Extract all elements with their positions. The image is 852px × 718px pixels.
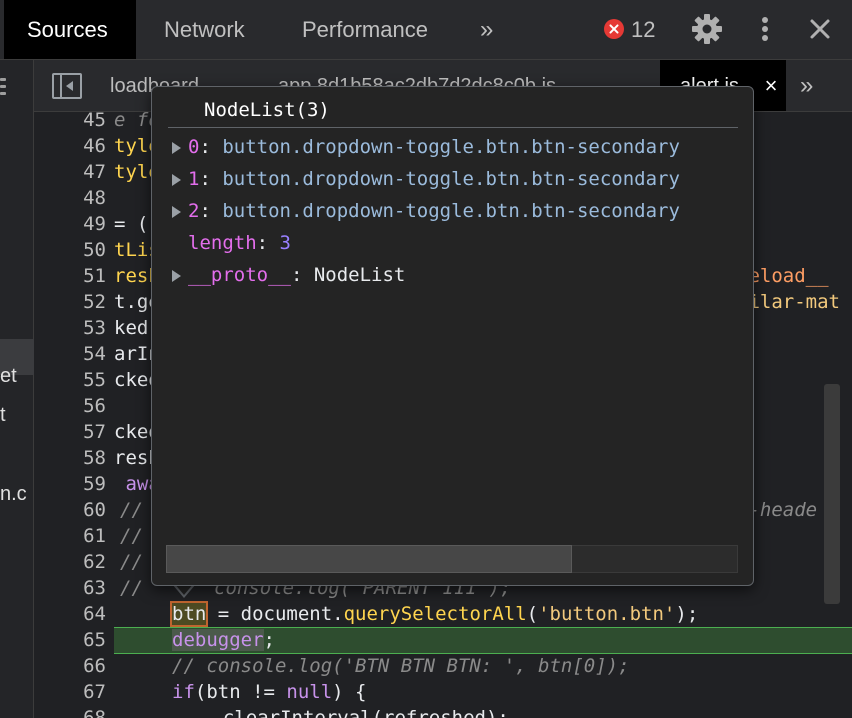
- code-line: //: [120, 499, 143, 521]
- code-token: (: [526, 603, 539, 625]
- property-separator: :: [199, 200, 223, 222]
- nodelist-item-1[interactable]: 1: button.dropdown-toggle.btn.btn-second…: [172, 165, 738, 193]
- line-number[interactable]: 67: [34, 681, 106, 703]
- property-value: button.dropdown-toggle.btn.btn-secondary: [222, 168, 680, 190]
- devtools-panel-tabs: Sources Network Performance » 12: [0, 0, 852, 60]
- line-number[interactable]: 63: [34, 577, 106, 599]
- file-navigator: et t n.c: [0, 60, 34, 718]
- code-line-68: clearInterval(refreshed);: [200, 707, 509, 718]
- vertical-scrollbar[interactable]: [824, 384, 840, 604]
- line-number[interactable]: 62: [34, 551, 106, 573]
- line-number[interactable]: 46: [34, 135, 106, 157]
- line-number[interactable]: 68: [34, 707, 106, 718]
- navigator-menu-icon[interactable]: [0, 78, 6, 96]
- line-number[interactable]: 51: [34, 265, 106, 287]
- property-separator: :: [256, 232, 280, 254]
- code-line: //: [120, 525, 143, 547]
- code-line: = (: [114, 213, 149, 235]
- error-icon[interactable]: [604, 19, 624, 39]
- nodelist-item-2[interactable]: 2: button.dropdown-toggle.btn.btn-second…: [172, 197, 738, 225]
- property-value: 3: [279, 232, 291, 254]
- hovered-variable[interactable]: btn: [169, 601, 209, 627]
- line-number[interactable]: 54: [34, 343, 106, 365]
- code-token: querySelectorAll: [343, 603, 527, 625]
- line-number[interactable]: 49: [34, 213, 106, 235]
- line-number[interactable]: 58: [34, 447, 106, 469]
- line-number[interactable]: 64: [34, 603, 106, 625]
- line-number[interactable]: 45: [34, 112, 106, 131]
- tab-performance[interactable]: Performance: [302, 0, 428, 59]
- property-value: NodeList: [313, 264, 406, 286]
- line-number[interactable]: 66: [34, 655, 106, 677]
- close-file-tab-button[interactable]: ×: [756, 60, 786, 111]
- line-number[interactable]: 53: [34, 317, 106, 339]
- nodelist-item-0[interactable]: 0: button.dropdown-toggle.btn.btn-second…: [172, 133, 738, 161]
- more-tabs-button[interactable]: »: [480, 0, 493, 59]
- line-number[interactable]: 61: [34, 525, 106, 547]
- line-number[interactable]: 55: [34, 369, 106, 391]
- tab-network[interactable]: Network: [164, 0, 245, 59]
- nodelist-length: length: 3: [172, 229, 738, 257]
- expand-arrow-icon[interactable]: [172, 165, 188, 193]
- navigator-toggle-icon[interactable]: [52, 73, 82, 99]
- line-number[interactable]: 47: [34, 161, 106, 183]
- popover-divider: [168, 127, 738, 128]
- code-token: ) {: [332, 681, 367, 703]
- code-line-65: debugger;: [172, 629, 275, 651]
- tab-sources[interactable]: Sources: [4, 0, 136, 59]
- popover-scrollbar-thumb[interactable]: [166, 545, 572, 573]
- property-separator: :: [199, 136, 223, 158]
- property-separator: :: [290, 264, 314, 286]
- navigator-item[interactable]: t: [0, 404, 6, 427]
- popover-title: NodeList(3): [204, 99, 330, 121]
- property-key: 2: [188, 200, 200, 222]
- line-number[interactable]: 65: [34, 629, 106, 651]
- line-number[interactable]: 59: [34, 473, 106, 495]
- property-key: 0: [188, 136, 200, 158]
- code-token: = document.: [206, 603, 344, 625]
- code-token: ;: [263, 629, 275, 651]
- expand-arrow-icon[interactable]: [172, 261, 188, 289]
- navigator-item[interactable]: n.c: [0, 483, 27, 506]
- expand-arrow-icon[interactable]: [172, 197, 188, 225]
- line-number[interactable]: 56: [34, 395, 106, 417]
- code-token: null: [286, 681, 333, 703]
- line-number-gutter[interactable]: 45 46 47 48 49 50 51 52 53 54 55 56 57 5…: [34, 112, 112, 718]
- paused-statement: debugger: [172, 629, 264, 651]
- code-token: if: [172, 681, 195, 703]
- code-token: );: [675, 603, 699, 625]
- code-line-67: if(btn != null) {: [172, 681, 367, 703]
- error-count[interactable]: 12: [631, 0, 655, 59]
- code-token: (btn !=: [194, 681, 287, 703]
- nodelist-proto[interactable]: __proto__: NodeList: [172, 261, 738, 289]
- object-preview-popover[interactable]: NodeList(3) 0: button.dropdown-toggle.bt…: [151, 86, 754, 586]
- property-key: length: [188, 232, 257, 254]
- code-line: //: [120, 551, 143, 573]
- line-number[interactable]: 48: [34, 187, 106, 209]
- line-number[interactable]: 57: [34, 421, 106, 443]
- line-number[interactable]: 52: [34, 291, 106, 313]
- code-token: 'button.btn': [538, 603, 676, 625]
- more-vertical-icon[interactable]: [748, 12, 782, 46]
- property-value: button.dropdown-toggle.btn.btn-secondary: [222, 200, 680, 222]
- code-line-66: // console.log('BTN BTN BTN: ', btn[0]);: [172, 655, 630, 677]
- property-separator: :: [199, 168, 223, 190]
- code-line-64: btn = document.querySelectorAll('button.…: [169, 601, 699, 627]
- line-number[interactable]: 50: [34, 239, 106, 261]
- gear-icon[interactable]: [690, 12, 724, 46]
- expand-arrow-icon[interactable]: [172, 133, 188, 161]
- property-key: __proto__: [188, 264, 291, 286]
- property-value: button.dropdown-toggle.btn.btn-secondary: [222, 136, 680, 158]
- line-number[interactable]: 60: [34, 499, 106, 521]
- close-icon[interactable]: [803, 12, 837, 46]
- property-key: 1: [188, 168, 200, 190]
- more-file-tabs-button[interactable]: »: [800, 60, 813, 111]
- code-line: //: [120, 577, 143, 599]
- navigator-item[interactable]: et: [0, 365, 17, 388]
